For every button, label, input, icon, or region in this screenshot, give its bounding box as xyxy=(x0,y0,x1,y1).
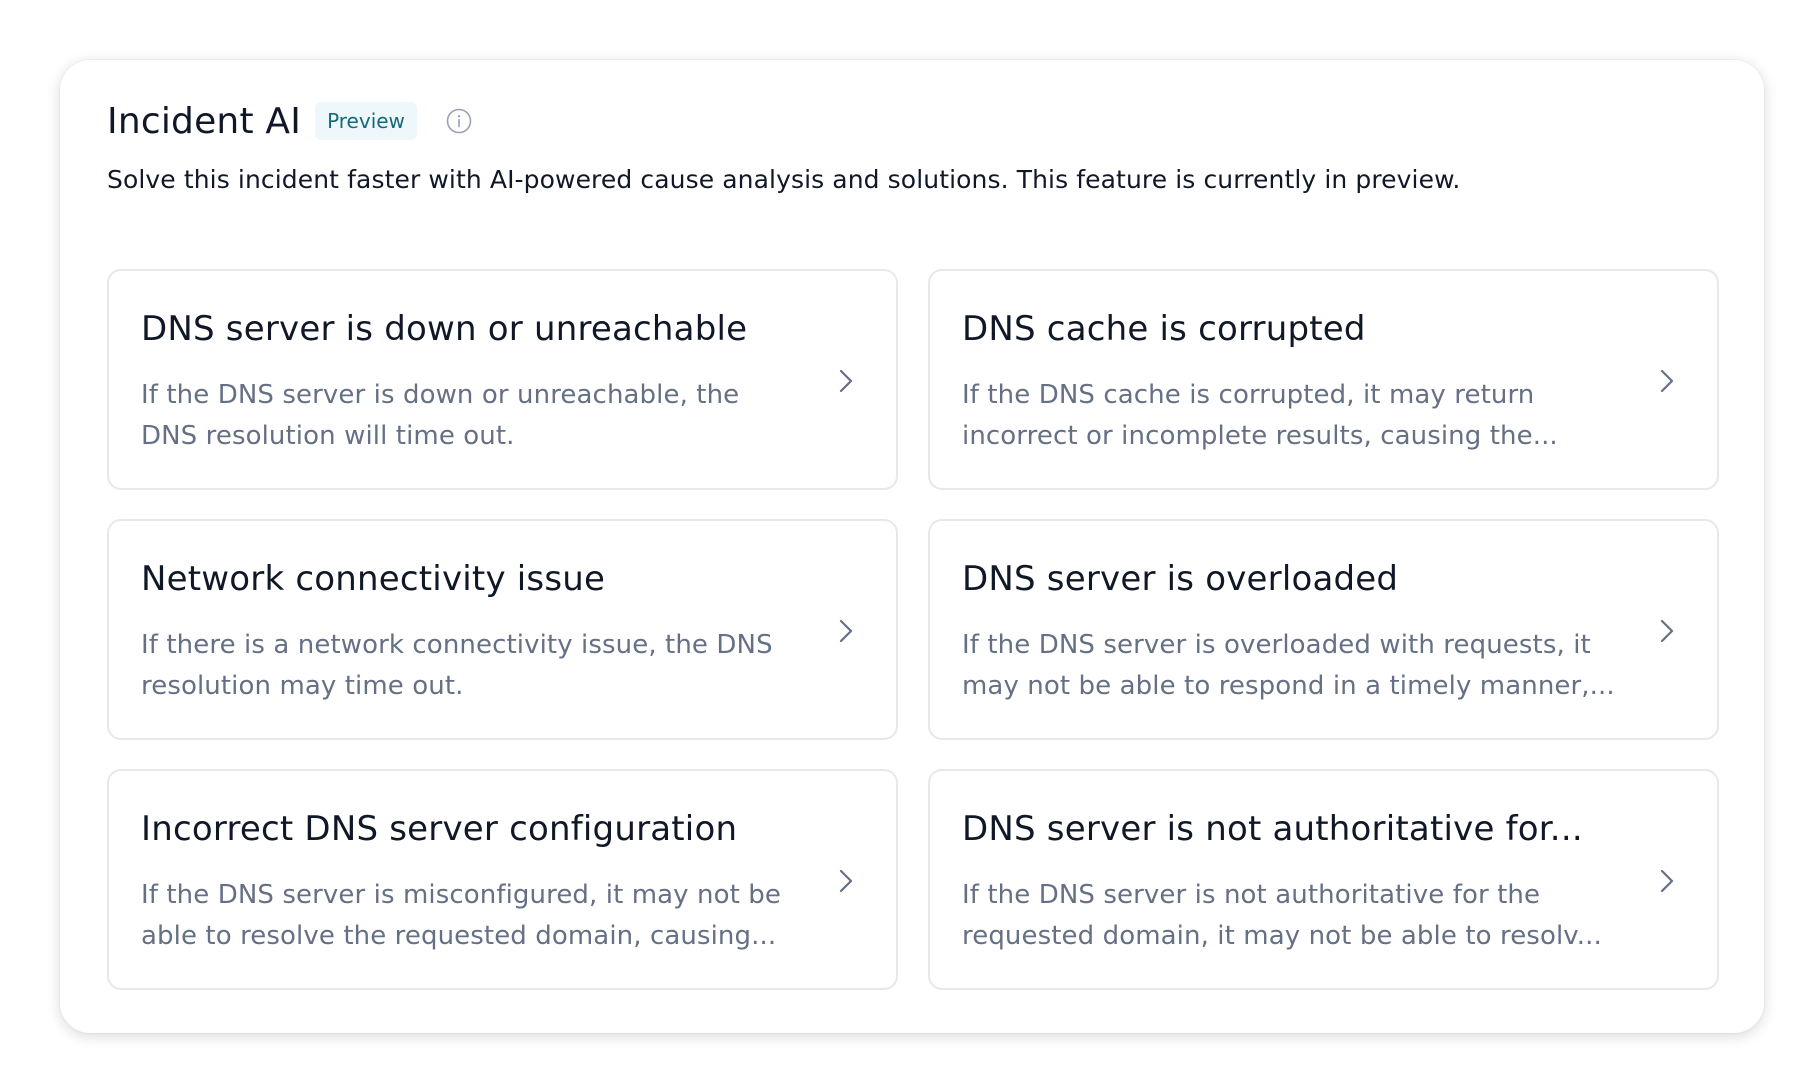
cause-card-title: Incorrect DNS server configuration xyxy=(141,809,738,849)
info-icon[interactable] xyxy=(445,107,473,135)
panel-header: Incident AI Preview xyxy=(107,96,473,146)
cause-card-network-connectivity[interactable]: Network connectivity issue If there is a… xyxy=(107,519,898,740)
incident-ai-panel: Incident AI Preview Solve this incident … xyxy=(60,60,1764,1033)
cause-card-title: DNS server is not authoritative for... xyxy=(962,809,1583,849)
cause-card-dns-server-down[interactable]: DNS server is down or unreachable If the… xyxy=(107,269,898,490)
chevron-right-icon xyxy=(839,619,853,643)
panel-title: Incident AI xyxy=(107,100,302,142)
preview-badge: Preview xyxy=(315,102,417,140)
cause-card-title: DNS server is down or unreachable xyxy=(141,309,748,349)
cause-card-grid: DNS server is down or unreachable If the… xyxy=(107,269,1719,990)
cause-card-dns-server-overloaded[interactable]: DNS server is overloaded If the DNS serv… xyxy=(928,519,1719,740)
chevron-right-icon xyxy=(839,869,853,893)
cause-card-incorrect-configuration[interactable]: Incorrect DNS server configuration If th… xyxy=(107,769,898,990)
cause-card-description: If the DNS server is not authoritative f… xyxy=(962,880,1602,951)
chevron-right-icon xyxy=(1660,369,1674,393)
cause-card-not-authoritative[interactable]: DNS server is not authoritative for... I… xyxy=(928,769,1719,990)
cause-card-description: If the DNS server is overloaded with req… xyxy=(962,630,1615,701)
cause-card-title: DNS server is overloaded xyxy=(962,559,1399,599)
chevron-right-icon xyxy=(1660,869,1674,893)
panel-description: Solve this incident faster with AI-power… xyxy=(107,165,1461,194)
chevron-right-icon xyxy=(1660,619,1674,643)
chevron-right-icon xyxy=(839,369,853,393)
cause-card-description: If the DNS cache is corrupted, it may re… xyxy=(962,380,1558,451)
cause-card-description: If the DNS server is down or unreachable… xyxy=(141,380,740,451)
cause-card-title: Network connectivity issue xyxy=(141,559,606,599)
cause-card-title: DNS cache is corrupted xyxy=(962,309,1366,349)
cause-card-description: If the DNS server is misconfigured, it m… xyxy=(141,880,781,951)
cause-card-dns-cache-corrupted[interactable]: DNS cache is corrupted If the DNS cache … xyxy=(928,269,1719,490)
cause-card-description: If there is a network connectivity issue… xyxy=(141,630,773,701)
